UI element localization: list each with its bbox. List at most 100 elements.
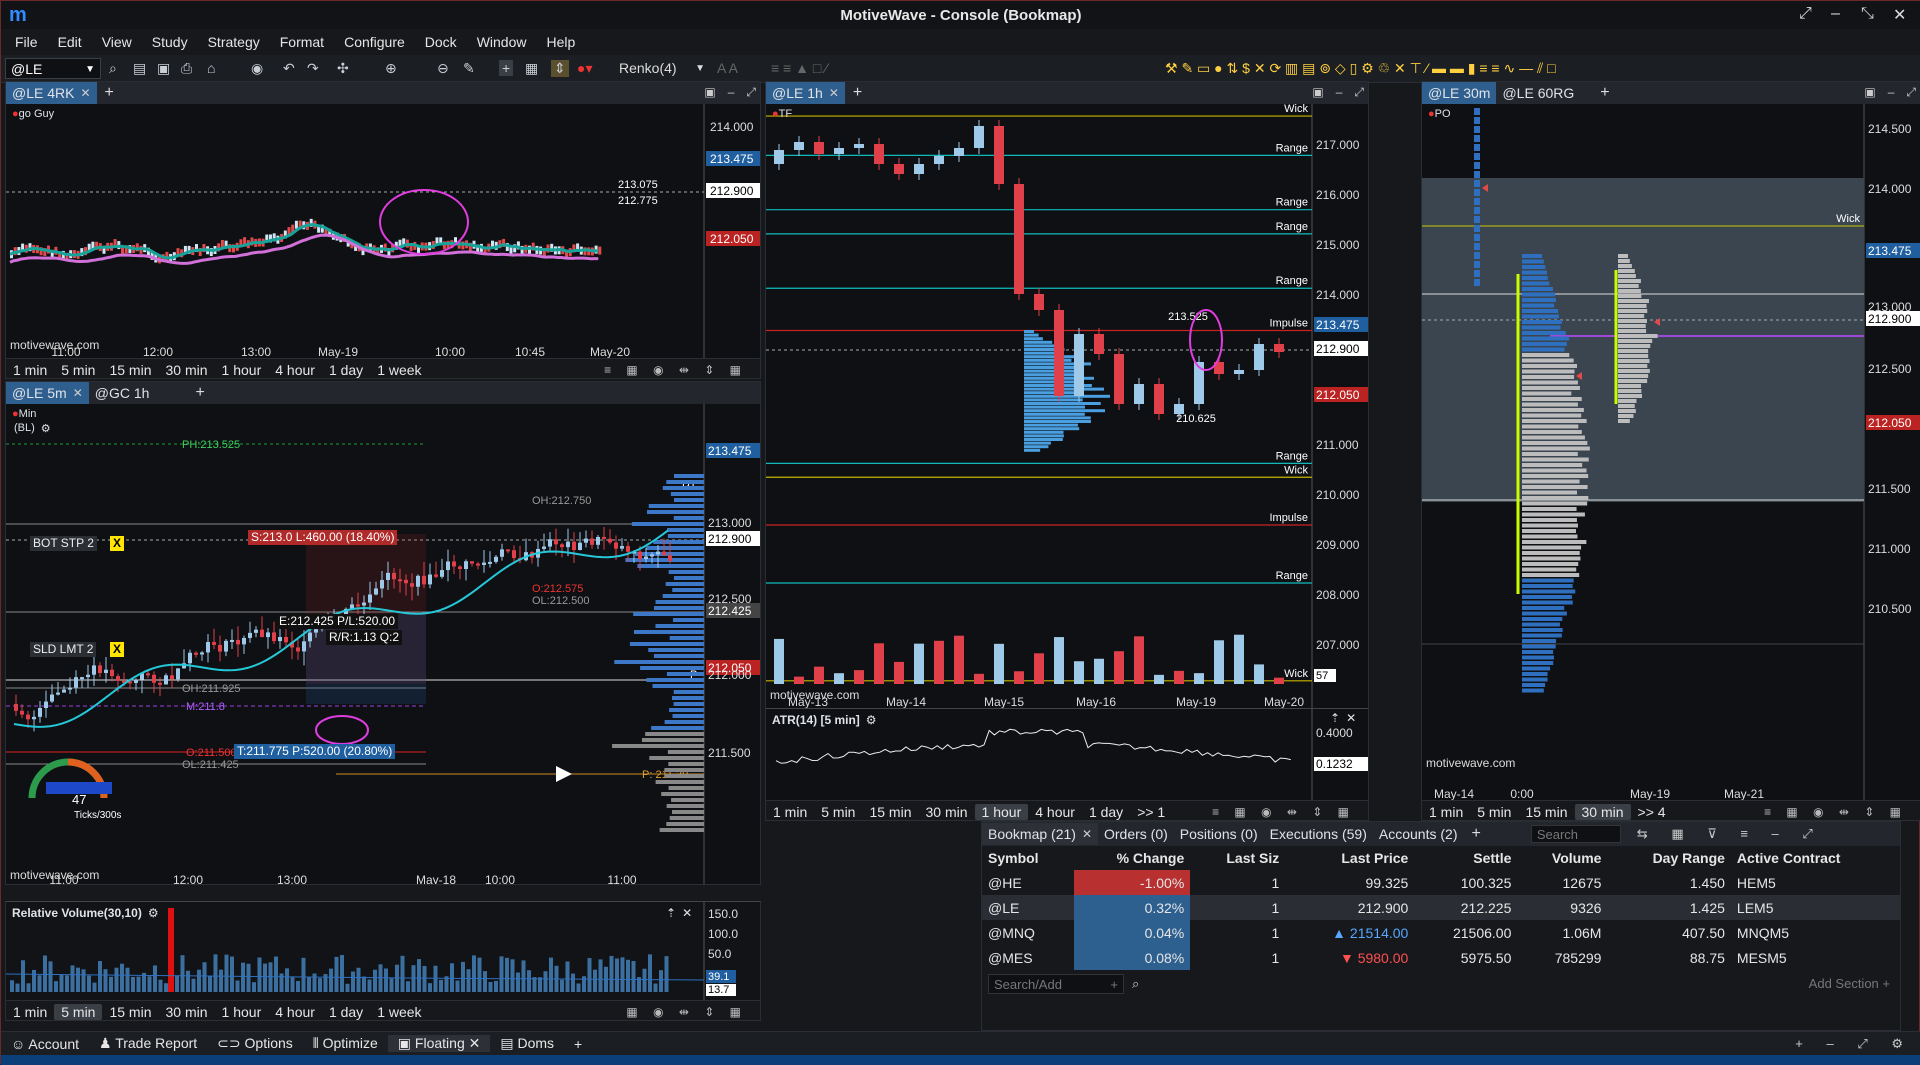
timeframe-15-min[interactable]: 15 min — [102, 1004, 158, 1020]
timeframe-1-min[interactable]: 1 min — [6, 1004, 54, 1020]
chart-area[interactable]: Wick 214.500 214.000 213.475 213.000 212.900 2… — [1422, 104, 1920, 801]
timeframe--4[interactable]: >> 4 — [1631, 804, 1673, 820]
tab-accounts[interactable]: Accounts (2) — [1373, 823, 1464, 845]
zoom-out-icon[interactable]: ⊖ — [437, 60, 449, 77]
chart-controls-icon[interactable]: ▦ ◉ ⇹ ⇕ ▦ — [619, 1005, 754, 1019]
table-row[interactable]: @MNQ 0.04% 1 ▲ 21514.00 21506.00 1.06M 407.50 M… — [982, 920, 1900, 945]
table-row[interactable]: @HE -1.00% 1 99.325 100.325 12675 1.450 HEM5 — [982, 870, 1900, 895]
menu-dock[interactable]: Dock — [415, 34, 467, 50]
fullscreen-icon[interactable]: ⤢ — [1799, 5, 1812, 23]
minimize-panel-icon[interactable]: – — [1336, 85, 1343, 100]
tab-le-30m[interactable]: @LE 30m — [1422, 82, 1497, 104]
timeframe-1-hour[interactable]: 1 hour — [215, 362, 269, 378]
timeframe-4-hour[interactable]: 4 hour — [268, 1004, 322, 1020]
move-up-icon[interactable]: ⇡ — [1330, 711, 1340, 725]
settings-gear-icon[interactable]: ⚙ — [41, 422, 51, 435]
timeframe-30-min[interactable]: 30 min — [919, 804, 975, 820]
close-tab-icon[interactable]: ✕ — [465, 1035, 481, 1051]
table-row[interactable]: @MES 0.08% 1 ▼ 5980.00 5975.50 785299 88.75 MES… — [982, 945, 1900, 970]
timeframe-1-min[interactable]: 1 min — [766, 804, 814, 820]
close-tab-icon[interactable]: ✕ — [73, 386, 83, 400]
redo-icon[interactable]: ↷ — [307, 60, 319, 77]
timeframe-1-hour[interactable]: 1 hour — [215, 1004, 269, 1020]
timeframe-5-min[interactable]: 5 min — [814, 804, 862, 820]
scroll-right-arrow-icon[interactable] — [556, 766, 572, 782]
tab-orders[interactable]: Orders (0) — [1098, 823, 1174, 845]
timeframe-1-day[interactable]: 1 day — [1082, 804, 1130, 820]
column-header[interactable]: Active Contract — [1731, 846, 1900, 870]
save-icon[interactable]: ▣ — [157, 60, 170, 77]
column-header[interactable]: % Change — [1074, 846, 1191, 870]
column-header[interactable]: Day Range — [1607, 846, 1730, 870]
cursor-tool-icon[interactable]: ✣ — [337, 60, 349, 77]
detach-icon[interactable]: ▣ — [1312, 85, 1323, 100]
minimize-panel-icon[interactable]: – — [728, 85, 735, 100]
add-section-button[interactable]: Add Section + — [1809, 976, 1890, 991]
bottom-tab-account[interactable]: ☺ Account — [1, 1036, 89, 1052]
timeframe-30-min[interactable]: 30 min — [159, 1004, 215, 1020]
zoom-icon[interactable]: ⊕ — [385, 60, 397, 77]
cancel-sld-order-button[interactable]: X — [110, 642, 125, 657]
timeframe-5-min[interactable]: 5 min — [1470, 804, 1518, 820]
print-icon[interactable]: ⎙ — [181, 60, 192, 77]
close-study-icon[interactable]: ✕ — [682, 906, 692, 920]
price-scale-icon[interactable]: ⇕ — [551, 60, 569, 77]
move-up-icon[interactable]: ⇡ — [666, 906, 676, 920]
symbol-selector[interactable]: @LE ▼ — [5, 58, 101, 79]
tab-executions[interactable]: Executions (59) — [1264, 823, 1373, 845]
close-window-button[interactable]: ✕ — [1893, 5, 1906, 25]
menu-strategy[interactable]: Strategy — [198, 34, 270, 50]
camera-icon[interactable]: ◉ — [251, 60, 263, 77]
table-row[interactable]: @LE 0.32% 1 212.900 212.225 9326 1.425 LEM5 — [982, 895, 1900, 920]
chart-controls-icon[interactable]: ≡ ▦ ◉ ⇹ ⇕ ▦ — [597, 363, 754, 377]
tab-gc-1h[interactable]: @GC 1h — [89, 382, 156, 404]
tab-positions[interactable]: Positions (0) — [1174, 823, 1264, 845]
add-tab-icon[interactable]: + — [853, 84, 862, 102]
undo-icon[interactable]: ↶ — [283, 60, 295, 77]
menu-file[interactable]: File — [5, 34, 48, 50]
symbol-add-input[interactable]: Search/Add + — [988, 974, 1124, 994]
tab-le-5m[interactable]: @LE 5m ✕ — [6, 382, 89, 404]
bottom-tab-options[interactable]: ⊂⊃ Options — [207, 1035, 303, 1052]
bar-type-selector[interactable]: Renko(4) ▼ — [615, 58, 709, 79]
column-header[interactable]: Symbol — [982, 846, 1074, 870]
timeframe-4-hour[interactable]: 4 hour — [268, 362, 322, 378]
pencil-icon[interactable]: ✎ — [463, 60, 475, 77]
timeframe-30-min[interactable]: 30 min — [1574, 803, 1631, 820]
cancel-bot-order-button[interactable]: X — [110, 536, 125, 551]
drawing-tools-icon[interactable]: ⚒ ✎ ▭ ● ⇅ $ ✕ ⟳ ▥ ▤ ⊚ ◇ ▯ ⚙ ♲ ✕ ⊤ ⁄ ▬ ▬ … — [1165, 60, 1556, 77]
close-tab-icon[interactable]: ✕ — [1082, 827, 1092, 841]
minimize-panel-icon[interactable]: – — [1888, 85, 1895, 100]
bottom-tab-optimize[interactable]: ⫴ Optimize — [303, 1035, 388, 1052]
timeframe-1-hour[interactable]: 1 hour — [974, 803, 1029, 820]
minimize-button[interactable]: – — [1831, 5, 1840, 23]
timeframe-30-min[interactable]: 30 min — [159, 362, 215, 378]
bot-stop-order[interactable]: BOT STP 2 — [30, 536, 97, 551]
add-tab-icon[interactable]: + — [1600, 84, 1609, 102]
watchlist-search-input[interactable]: Search — [1530, 825, 1621, 843]
maximize-panel-icon[interactable]: ⤢ — [1906, 85, 1916, 100]
tab-bookmap[interactable]: Bookmap (21) ✕ — [982, 823, 1098, 845]
add-tab-icon[interactable]: + — [1471, 825, 1480, 843]
tab-le-1h[interactable]: @LE 1h ✕ — [766, 82, 845, 104]
bottom-tab-doms[interactable]: ▤ Doms — [490, 1035, 564, 1052]
timeframe-1-min[interactable]: 1 min — [6, 362, 54, 378]
menu-view[interactable]: View — [92, 34, 142, 50]
search-icon[interactable]: ⌕ — [1132, 976, 1139, 992]
maximize-panel-icon[interactable]: ⤢ — [1354, 85, 1364, 100]
column-header[interactable]: Last Siz — [1190, 846, 1285, 870]
add-tab-icon[interactable]: + — [195, 384, 204, 402]
column-header[interactable]: Volume — [1517, 846, 1607, 870]
font-size-icon[interactable]: A A — [717, 60, 738, 76]
search-icon[interactable]: ⌕ — [109, 60, 117, 77]
price-chart[interactable]: Wick Range Range Range Range Impulse Range Wick… — [766, 103, 1369, 709]
watchlist-toolbar-icons[interactable]: ⇆ ▦ ⊽ ≡ – ⤢ — [1637, 826, 1823, 842]
add-tab-icon[interactable]: + — [105, 84, 114, 102]
maximize-panel-icon[interactable]: ⤢ — [746, 85, 756, 100]
timeframe-15-min[interactable]: 15 min — [102, 362, 158, 378]
tab-le-4rk[interactable]: @LE 4RK ✕ — [6, 82, 97, 104]
menu-configure[interactable]: Configure — [334, 34, 415, 50]
layout-icon[interactable]: ▦ — [525, 60, 538, 77]
bottom-tab-trade-report[interactable]: ♟ Trade Report — [89, 1035, 207, 1052]
chart-area[interactable]: 214.000 213.475 212.900 212.050 213.075 212.7… — [6, 104, 760, 359]
